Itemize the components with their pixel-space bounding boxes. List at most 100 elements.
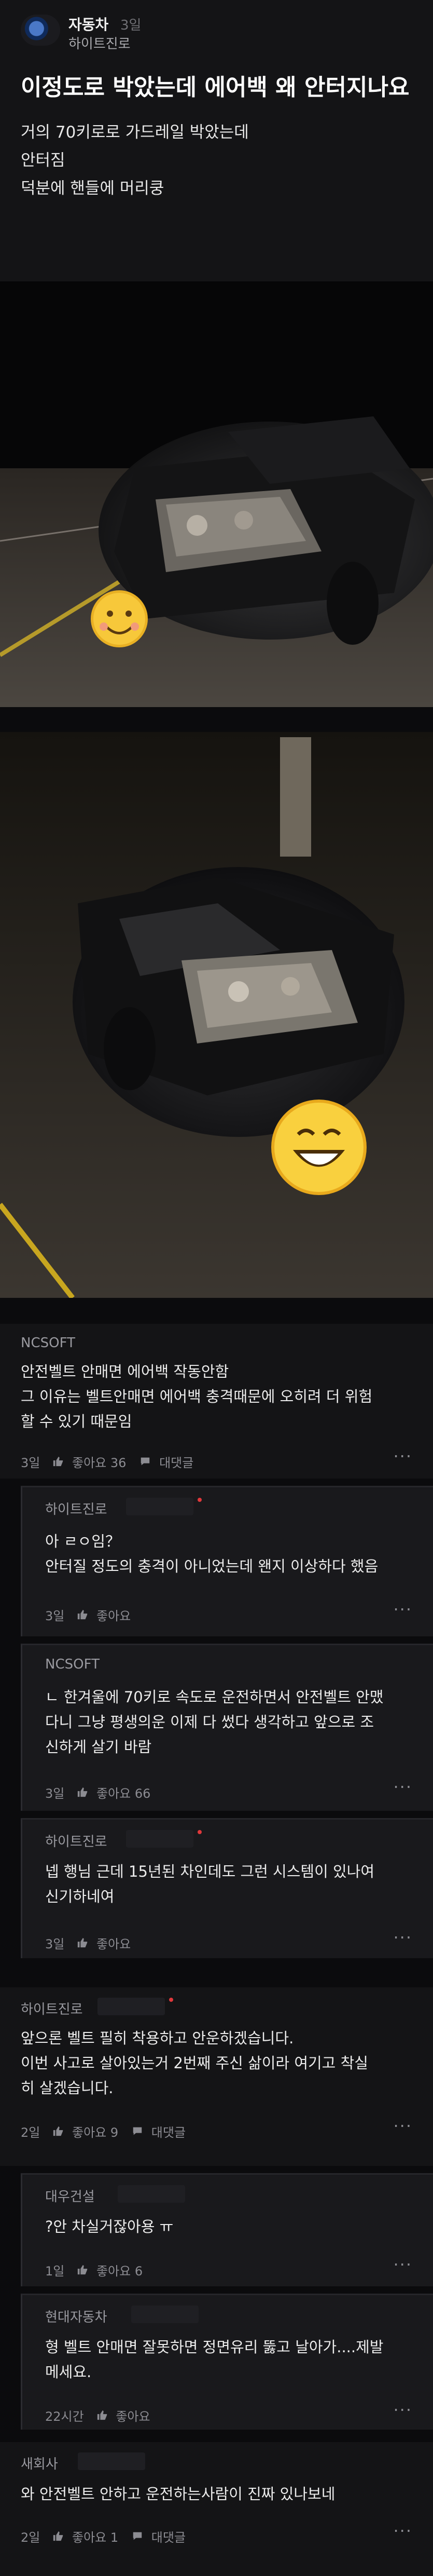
like-count: 좋아요 36 <box>72 1456 127 1470</box>
comment-author: NCSOFT <box>21 1335 75 1351</box>
thumbs-up-icon <box>78 1787 88 1797</box>
reply-button[interactable]: 대댓글 <box>132 2527 186 2545</box>
more-dots-icon[interactable]: ··· <box>393 2255 412 2274</box>
post-header: 자동차 3일 하이트진로 <box>0 0 433 57</box>
speech-bubble-icon <box>133 2532 142 2540</box>
author-name-redacted <box>126 1498 193 1515</box>
comment-author: 하이트진로 <box>45 1834 107 1850</box>
crash-photo-2[interactable] <box>0 732 433 1298</box>
comment-text: 넵 행님 근데 15년된 차인데도 그런 시스템이 있나여 신기하네여 <box>45 1859 374 1909</box>
author-name-redacted <box>97 1998 165 2015</box>
comment-line: ㄴ 한겨울에 70키로 속도로 운전하면서 안전벨트 안맸 <box>45 1688 384 1706</box>
comment: 하이트진로 앞으론 벨트 필히 착용하고 안운하겠습니다. 이번 사고로 살아있… <box>0 1987 433 2166</box>
more-dots-icon[interactable]: ··· <box>393 1446 412 1466</box>
comment-line: 형 벨트 안매면 잘못하면 정면유리 뚫고 날아가....제발 <box>45 2338 384 2356</box>
reply-label: 대댓글 <box>151 2530 186 2545</box>
like-button[interactable]: 좋아요 <box>96 2406 150 2424</box>
comment-author: 하이트진로 <box>45 1502 107 1517</box>
comment-meta: 1일 좋아요 6 <box>45 2261 156 2279</box>
comment-line: 안터질 정도의 충격이 아니었는데 왠지 이상하다 했음 <box>45 1557 379 1575</box>
comment-author: 대우건설 <box>45 2189 95 2205</box>
thumbs-up-icon <box>78 2265 88 2275</box>
board-name[interactable]: 자동차 <box>68 13 108 34</box>
board-avatar[interactable] <box>21 15 60 46</box>
post-line: 덕분에 핸들에 머리쿵 <box>21 179 164 198</box>
post-body: 이정도로 박았는데 에어백 왜 안터지나요 거의 70키로로 가드레일 박았는데… <box>0 57 433 281</box>
author-badge-dot <box>198 1830 202 1834</box>
more-dots-icon[interactable]: ··· <box>393 1777 412 1797</box>
crash-photo-1[interactable] <box>0 281 433 707</box>
like-count: 좋아요 <box>96 1609 131 1623</box>
like-count: 좋아요 1 <box>72 2530 119 2545</box>
comment-text: ㄴ 한겨울에 70키로 속도로 운전하면서 안전벨트 안맸 다니 그냥 평생의운… <box>45 1685 384 1759</box>
like-button[interactable]: 좋아요 1 <box>52 2527 118 2545</box>
comment-meta: 3일 좋아요 66 <box>45 1783 164 1801</box>
more-dots-icon[interactable]: ··· <box>393 1928 412 1947</box>
like-count: 좋아요 66 <box>96 1786 151 1801</box>
more-dots-icon[interactable]: ··· <box>393 2116 412 2136</box>
comment-line: 신하게 살기 바람 <box>45 1738 152 1756</box>
thumbs-up-icon <box>78 1609 88 1620</box>
author-name-redacted <box>118 2185 185 2203</box>
post-title: 이정도로 박았는데 에어백 왜 안터지나요 <box>21 74 410 101</box>
comment: 새회사 와 안전벨트 안하고 운전하는사람이 진짜 있나보네 2일 좋아요 1 … <box>0 2442 433 2576</box>
author-badge-dot <box>169 1998 173 2002</box>
like-button[interactable]: 좋아요 6 <box>77 2261 143 2279</box>
reply-comment: NCSOFT ㄴ 한겨울에 70키로 속도로 운전하면서 안전벨트 안맸 다니 … <box>21 1644 433 1811</box>
reply-label: 대댓글 <box>159 1456 194 1470</box>
comment-line: 아 ㄹㅇ임？ <box>45 1533 120 1550</box>
like-button[interactable]: 좋아요 66 <box>77 1783 150 1801</box>
comment-meta: 2일 좋아요 1 대댓글 <box>21 2527 199 2545</box>
author-company: 하이트진로 <box>68 36 131 52</box>
comment-line: 할 수 있기 때문임 <box>21 1413 132 1430</box>
reply-button[interactable]: 대댓글 <box>132 2122 186 2140</box>
comment-line: 와 안전벨트 안하고 운전하는사람이 진짜 있나보네 <box>21 2485 336 2503</box>
comment-author: 하이트진로 <box>21 2002 83 2017</box>
author-badge-dot <box>198 1498 202 1502</box>
like-button[interactable]: 좋아요 36 <box>52 1453 126 1471</box>
like-button[interactable]: 좋아요 <box>77 1606 131 1624</box>
like-button[interactable]: 좋아요 9 <box>52 2122 118 2140</box>
reply-label: 대댓글 <box>151 2125 186 2140</box>
post-line: 거의 70키로로 가드레일 박았는데 <box>21 123 249 142</box>
like-count: 좋아요 9 <box>72 2125 119 2140</box>
like-button[interactable]: 좋아요 <box>77 1934 131 1952</box>
comment-line: 앞으론 벨트 필히 착용하고 안운하겠습니다. <box>21 2029 294 2047</box>
comment-meta: 2일 좋아요 9 대댓글 <box>21 2122 199 2140</box>
comment: NCSOFT 안전벨트 안매면 에어백 작동안함 그 이유는 벨트안매면 에어백… <box>0 1324 433 1479</box>
comment-line: ?안 차실거잖아용 ㅠ <box>45 2218 174 2235</box>
comment-time: 2일 <box>21 2530 40 2545</box>
reply-comment: 대우건설 ?안 차실거잖아용 ㅠ 1일 좋아요 6 ··· <box>21 2173 433 2286</box>
comment-time: 3일 <box>45 1609 65 1623</box>
comment-time: 3일 <box>45 1937 65 1951</box>
like-count: 좋아요 <box>116 2409 150 2424</box>
thumbs-up-icon <box>53 1456 63 1467</box>
post-time: 3일 <box>120 18 142 33</box>
like-count: 좋아요 6 <box>96 2264 143 2279</box>
comment-meta: 3일 좋아요 <box>45 1934 144 1952</box>
more-dots-icon[interactable]: ··· <box>393 2521 412 2541</box>
comment-meta: 3일 좋아요 <box>45 1606 144 1624</box>
post-content: 거의 70키로로 가드레일 박았는데 안터짐 덕분에 핸들에 머리쿵 <box>21 118 412 202</box>
comment-time: 22시간 <box>45 2409 84 2424</box>
reply-comment: 현대자동차 형 벨트 안매면 잘못하면 정면유리 뚫고 날아가....제발 메세… <box>21 2294 433 2430</box>
more-dots-icon[interactable]: ··· <box>393 2400 412 2420</box>
comment-author: 현대자동차 <box>45 2310 107 2325</box>
author-name-redacted <box>126 1830 193 1848</box>
author-name-redacted <box>78 2452 145 2470</box>
author-name-redacted <box>131 2306 199 2323</box>
comment-line: 그 이유는 벨트안매면 에어백 충격때문에 오히려 더 위험 <box>21 1388 373 1405</box>
comment-meta: 3일 좋아요 36 대댓글 <box>21 1453 207 1471</box>
more-dots-icon[interactable]: ··· <box>393 1599 412 1619</box>
comment-author: 새회사 <box>21 2457 58 2472</box>
reply-comment: 하이트진로 아 ㄹㅇ임？ 안터질 정도의 충격이 아니었는데 왠지 이상하다 했… <box>21 1486 433 1636</box>
thumbs-up-icon <box>53 2126 63 2136</box>
reply-button[interactable]: 대댓글 <box>139 1453 193 1471</box>
comment-author: NCSOFT <box>45 1657 100 1672</box>
thumbs-up-icon <box>97 2410 107 2420</box>
comment-time: 3일 <box>21 1456 40 1470</box>
comment-time: 3일 <box>45 1786 65 1801</box>
reply-comment: 하이트진로 넵 행님 근데 15년된 차인데도 그런 시스템이 있나여 신기하네… <box>21 1818 433 1958</box>
comment-line: 신기하네여 <box>45 1888 115 1905</box>
like-count: 좋아요 <box>96 1937 131 1951</box>
